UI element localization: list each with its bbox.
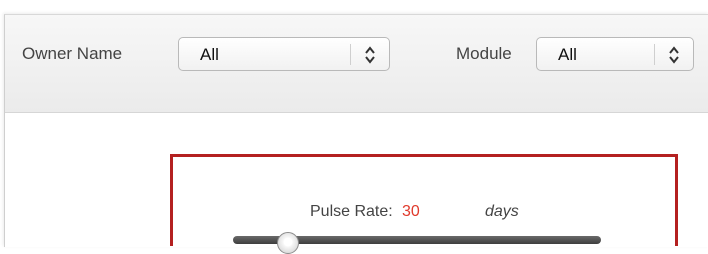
pulse-rate-slider-thumb[interactable] [277,232,300,254]
owner-name-select[interactable]: All [178,37,390,71]
pulse-rate-highlight [170,154,678,246]
pulse-rate-value: 30 [402,203,420,220]
pulse-rate-label: Pulse Rate: [310,203,393,220]
select-divider [654,44,655,65]
module-value: All [558,45,577,64]
module-label: Module [456,44,512,63]
owner-name-value: All [200,45,219,64]
module-select[interactable]: All [536,37,694,71]
up-down-chevrons-icon [365,46,375,64]
select-divider [350,44,351,65]
up-down-chevrons-icon [669,46,679,64]
owner-name-label: Owner Name [22,44,123,63]
pulse-rate-unit: days [485,203,519,220]
